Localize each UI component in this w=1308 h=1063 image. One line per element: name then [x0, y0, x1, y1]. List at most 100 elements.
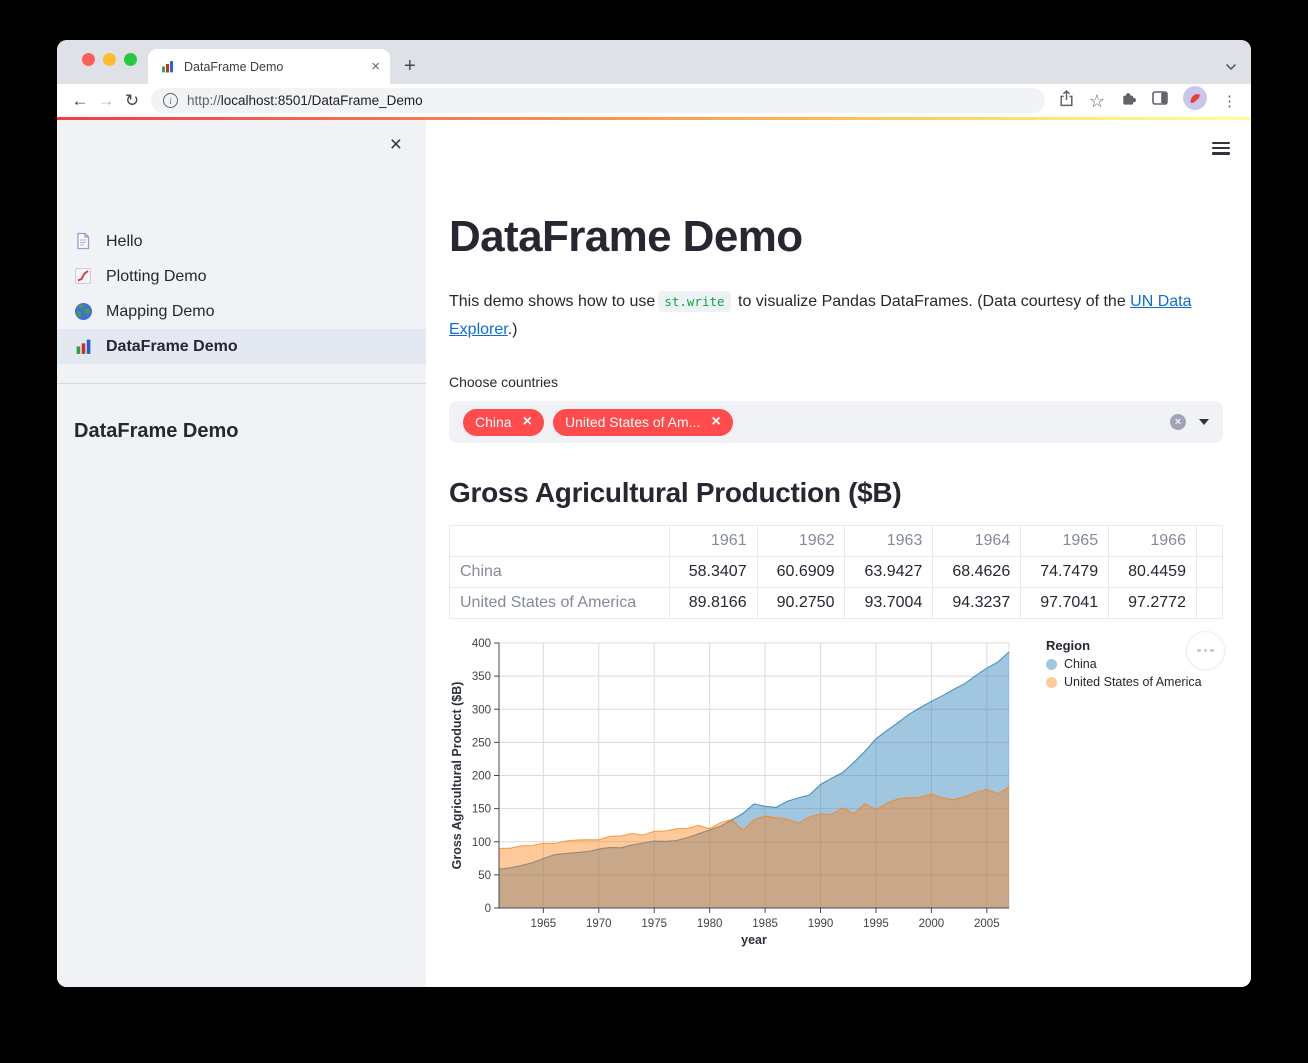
minimize-window-button[interactable] — [103, 53, 116, 66]
maximize-window-button[interactable] — [124, 53, 137, 66]
svg-text:50: 50 — [478, 870, 491, 882]
legend-label: China — [1064, 657, 1097, 671]
address-bar[interactable]: i http://localhost:8501/DataFrame_Demo — [151, 88, 1045, 113]
legend-title: Region — [1046, 638, 1091, 653]
side-panel-icon[interactable] — [1152, 91, 1168, 110]
table-cell: 63.9427 — [844, 556, 934, 588]
tab-search-chevron-icon[interactable] — [1225, 58, 1237, 76]
section-title: Gross Agricultural Production ($B) — [449, 477, 902, 508]
browser-window: DataFrame Demo × + ← → ↻ i http://localh… — [57, 40, 1251, 987]
window-controls — [82, 53, 137, 66]
bar-chart-icon — [74, 337, 93, 356]
svg-text:1970: 1970 — [586, 918, 612, 930]
sidebar-item-label: Plotting Demo — [106, 267, 207, 285]
chart-actions-button[interactable] — [1186, 631, 1225, 670]
app-menu-icon[interactable] — [1210, 137, 1232, 159]
svg-text:100: 100 — [472, 837, 491, 849]
svg-text:year: year — [741, 933, 767, 947]
svg-text:1980: 1980 — [697, 918, 723, 930]
svg-text:2000: 2000 — [919, 918, 945, 930]
sidebar-close-icon[interactable]: × — [386, 130, 406, 159]
browser-toolbar: ← → ↻ i http://localhost:8501/DataFrame_… — [57, 84, 1251, 117]
table-cell — [1195, 556, 1224, 588]
sidebar: × Hello Plotting Demo Mapping Demo DataFram… — [57, 120, 426, 987]
sidebar-item-hello[interactable]: Hello — [57, 224, 426, 259]
new-tab-button[interactable]: + — [404, 56, 416, 76]
inline-code: st.write — [658, 291, 731, 312]
share-icon[interactable] — [1059, 89, 1074, 112]
sidebar-item-dataframe-demo[interactable]: DataFrame Demo — [57, 329, 426, 364]
profile-avatar[interactable] — [1183, 86, 1207, 115]
site-info-icon[interactable]: i — [163, 93, 178, 108]
sidebar-item-label: Mapping Demo — [106, 302, 215, 320]
svg-text:1990: 1990 — [808, 918, 834, 930]
browser-menu-icon[interactable]: ⋮ — [1222, 92, 1237, 110]
row-label: United States of America — [449, 587, 670, 619]
svg-text:1985: 1985 — [752, 918, 778, 930]
browser-tab[interactable]: DataFrame Demo × — [148, 49, 390, 84]
table-cell: 68.4626 — [932, 556, 1022, 588]
svg-text:150: 150 — [472, 804, 491, 816]
back-button[interactable]: ← — [67, 92, 93, 109]
bookmark-star-icon[interactable]: ☆ — [1089, 92, 1105, 110]
row-label: China — [449, 556, 670, 588]
reload-button[interactable]: ↻ — [119, 92, 145, 109]
extensions-puzzle-icon[interactable] — [1120, 90, 1137, 112]
forward-button[interactable]: → — [93, 92, 119, 109]
sidebar-item-mapping-demo[interactable]: Mapping Demo — [57, 294, 426, 329]
legend-swatch — [1046, 658, 1057, 670]
legend-swatch — [1046, 676, 1057, 688]
area-chart-section: 0 50 100 150 200 250 300 350 400 1965 1970 1975 1980… — [449, 631, 1225, 950]
sidebar-item-label: DataFrame Demo — [106, 337, 238, 355]
sidebar-nav: Hello Plotting Demo Mapping Demo DataFrame … — [57, 224, 426, 364]
selected-tag[interactable]: China × — [463, 408, 544, 436]
table-cell: 58.3407 — [668, 556, 758, 588]
svg-text:1975: 1975 — [641, 918, 667, 930]
selected-tag-label: United States of Am... — [564, 414, 701, 430]
svg-text:200: 200 — [472, 771, 491, 783]
svg-text:0: 0 — [485, 903, 491, 915]
line-chart-icon — [74, 267, 93, 286]
legend-label: United States of America — [1064, 675, 1202, 689]
table-cell: 74.7479 — [1020, 556, 1110, 588]
svg-text:400: 400 — [472, 638, 491, 650]
main-content: DataFrame Demo This demo shows how to us… — [426, 120, 1251, 987]
close-window-button[interactable] — [82, 53, 95, 66]
tab-close-icon[interactable]: × — [369, 57, 382, 76]
tab-title: DataFrame Demo — [184, 59, 284, 74]
svg-text:2005: 2005 — [974, 918, 1000, 930]
clear-all-icon[interactable]: × — [1170, 414, 1186, 430]
table-cell: 80.4459 — [1108, 556, 1197, 588]
remove-tag-icon[interactable]: × — [523, 414, 532, 430]
table-header-cell: 1962 — [756, 525, 846, 557]
globe-icon — [74, 302, 93, 321]
table-header-cell: 1965 — [1020, 525, 1110, 557]
dropdown-caret-icon[interactable] — [1199, 419, 1209, 425]
table-header-cell: 1963 — [844, 525, 934, 557]
table-cell: 97.7041 — [1020, 587, 1110, 619]
svg-text:Gross Agricultural Product ($B: Gross Agricultural Product ($B) — [450, 682, 464, 870]
page-title: DataFrame Demo — [449, 212, 803, 261]
table-cell: 94.3237 — [932, 587, 1022, 619]
selected-tag[interactable]: United States of Am... × — [552, 408, 733, 436]
table-cell: 93.7004 — [844, 587, 934, 619]
table-header-cell: 1966 — [1108, 525, 1197, 557]
sidebar-page-title: DataFrame Demo — [74, 420, 239, 442]
table-cell: 89.8166 — [668, 587, 758, 619]
table-row: China 58.3407 60.6909 63.9427 68.4626 74.7479… — [449, 556, 1224, 588]
chart-legend: Region China United States of America — [1046, 638, 1202, 689]
svg-text:250: 250 — [472, 737, 491, 749]
table-cell — [1195, 587, 1224, 619]
browser-tab-bar: DataFrame Demo × + — [57, 40, 1251, 84]
remove-tag-icon[interactable]: × — [711, 414, 720, 430]
svg-text:1995: 1995 — [863, 918, 889, 930]
multiselect-label: Choose countries — [449, 374, 558, 390]
doc-icon — [74, 232, 93, 251]
sidebar-item-plotting-demo[interactable]: Plotting Demo — [57, 259, 426, 294]
intro-paragraph: This demo shows how to use st.write to vi… — [449, 291, 1192, 338]
multiselect-input[interactable]: China × United States of Am... × × — [449, 401, 1223, 443]
table-header-cell — [449, 525, 670, 557]
url-text: http://localhost:8501/DataFrame_Demo — [187, 93, 423, 108]
legend-item: United States of America — [1046, 675, 1202, 689]
svg-text:350: 350 — [472, 671, 491, 683]
